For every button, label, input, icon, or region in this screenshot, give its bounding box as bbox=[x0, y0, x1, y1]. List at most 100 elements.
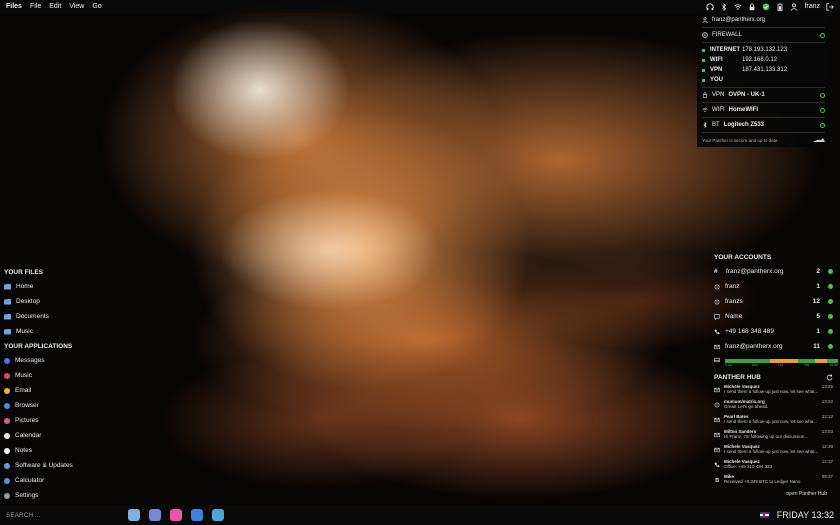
unread-count: 1 bbox=[816, 328, 820, 335]
app-item[interactable]: Software & Updates bbox=[0, 458, 130, 473]
message-time: 13:12 bbox=[821, 414, 833, 419]
file-item-desktop[interactable]: Desktop bbox=[0, 294, 130, 309]
bluetooth-icon[interactable] bbox=[720, 2, 728, 11]
app-item[interactable]: Pictures bbox=[0, 413, 130, 428]
hub-message[interactable]: Milton Sanders 13:03 Hi Franz, I'm followi… bbox=[710, 429, 837, 444]
logout-icon[interactable] bbox=[826, 2, 834, 11]
lock-icon bbox=[702, 92, 708, 98]
divider bbox=[702, 117, 825, 118]
account-item[interactable]: Name 5 bbox=[710, 309, 837, 324]
svg-text:B: B bbox=[715, 478, 719, 483]
menu-edit[interactable]: Edit bbox=[49, 3, 61, 10]
hub-message[interactable]: Michele Vasquez 12:37 Office: +49 310 484 … bbox=[710, 459, 837, 474]
hub-header: PANTHER HUB bbox=[710, 370, 837, 384]
shield-check-icon[interactable] bbox=[762, 2, 770, 11]
file-item-label: Music bbox=[16, 328, 33, 335]
vpn-row[interactable]: VPN OVPN - UK-1 bbox=[702, 90, 825, 100]
folder-icon bbox=[4, 283, 11, 290]
folder-icon bbox=[4, 328, 11, 335]
storage-segment bbox=[770, 359, 799, 363]
uk-flag-icon[interactable] bbox=[759, 512, 769, 518]
vpn-value: OVPN - UK-1 bbox=[728, 92, 765, 98]
app-item[interactable]: Music bbox=[0, 368, 130, 383]
message-preview: Great! Let's go ahead. bbox=[724, 404, 769, 409]
account-item[interactable]: +49 168 348 489 1 bbox=[710, 324, 837, 339]
account-item[interactable]: # franz@pantherx.org 2 bbox=[710, 264, 837, 279]
menu-go[interactable]: Go bbox=[92, 3, 101, 10]
app-item[interactable]: Settings bbox=[0, 488, 130, 503]
app-item[interactable]: Calendar bbox=[0, 428, 130, 443]
music-icon[interactable] bbox=[170, 509, 182, 521]
network-value: 192.168.0.12 bbox=[742, 57, 778, 63]
network-key: YOU bbox=[702, 77, 742, 83]
account-row[interactable]: franz@pantherx.org bbox=[702, 15, 825, 25]
menu-view[interactable]: View bbox=[69, 3, 84, 10]
account-item[interactable]: franz 1 bbox=[710, 279, 837, 294]
hub-message[interactable]: mumum/matrix.org 13:22 Great! Let's go ahe… bbox=[710, 399, 837, 414]
firewall-row[interactable]: FIREWALL bbox=[702, 30, 825, 40]
network-row: YOU bbox=[702, 75, 825, 85]
search-input[interactable]: SEARCH ... bbox=[0, 505, 120, 525]
file-item-home[interactable]: Home bbox=[0, 279, 130, 294]
notes-icon bbox=[4, 447, 10, 454]
wifi-icon bbox=[702, 107, 708, 113]
battery-icon[interactable] bbox=[776, 2, 784, 11]
app-item-label: Settings bbox=[15, 492, 39, 499]
account-label: +49 168 348 489 bbox=[725, 328, 774, 335]
app-item[interactable]: Email bbox=[0, 383, 130, 398]
settings-icon[interactable] bbox=[212, 509, 224, 521]
software-icon[interactable] bbox=[191, 509, 203, 521]
user-icon bbox=[702, 17, 708, 23]
hub-message[interactable]: Michele Vasquez 13:25 I send them a follow… bbox=[710, 384, 837, 399]
headphones-icon[interactable] bbox=[706, 2, 715, 11]
menu-file[interactable]: File bbox=[30, 3, 41, 10]
file-item-music[interactable]: Music bbox=[0, 324, 130, 339]
message-preview: I send them a follow-up just now, let se… bbox=[724, 389, 819, 394]
account-label: Name bbox=[725, 313, 743, 320]
divider bbox=[702, 27, 825, 28]
wifi-row[interactable]: WIFI HomeWIFI bbox=[702, 105, 825, 115]
wifi-icon[interactable] bbox=[734, 3, 742, 11]
hub-title: PANTHER HUB bbox=[714, 373, 761, 381]
matrix-icon bbox=[714, 299, 720, 305]
hub-message[interactable]: Michele Vasquez 12:38 I send them a follow… bbox=[710, 444, 837, 459]
app-item[interactable]: Notes bbox=[0, 443, 130, 458]
clock[interactable]: FRIDAY 13:32 bbox=[777, 510, 834, 520]
message-body: Milton Sanders 13:03 Hi Franz, I'm followi… bbox=[724, 429, 833, 444]
status-dot bbox=[828, 329, 833, 334]
network-value: 178.193.132.123 bbox=[742, 47, 788, 53]
tick-label: 14.59 bbox=[829, 363, 838, 367]
open-hub-link[interactable]: open Panther Hub bbox=[710, 491, 837, 497]
status-ok-icon bbox=[820, 32, 825, 38]
username[interactable]: franz bbox=[804, 3, 820, 10]
tick-label: +44 bbox=[777, 363, 784, 367]
wifi-label: WIFI bbox=[712, 107, 725, 113]
unread-count: 2 bbox=[816, 268, 820, 275]
app-item[interactable]: Browser bbox=[0, 398, 130, 413]
refresh-icon[interactable] bbox=[826, 373, 833, 381]
hub-message[interactable]: B Mike 09:37 Received +0.349 BTC to Ledger … bbox=[710, 474, 837, 489]
hub-message[interactable]: Pearl Bates 13:12 I send them a follow-up … bbox=[710, 414, 837, 429]
lock-icon[interactable] bbox=[748, 3, 756, 11]
app-item[interactable]: Messages bbox=[0, 353, 130, 368]
settings-icon bbox=[4, 492, 10, 499]
file-item-label: Documents bbox=[16, 313, 49, 320]
mail-icon bbox=[714, 344, 720, 350]
storage-ticks: 0.12 u24 +44 +56 14.59 bbox=[725, 363, 838, 367]
account-item[interactable]: franz@pantherx.org 11 bbox=[710, 339, 837, 354]
status-dot bbox=[828, 314, 833, 319]
account-item[interactable]: franzs 12 bbox=[710, 294, 837, 309]
user-icon[interactable] bbox=[790, 2, 798, 11]
files-icon[interactable] bbox=[128, 509, 140, 521]
file-item-documents[interactable]: Documents bbox=[0, 309, 130, 324]
security-panel: franz@pantherx.org FIREWALL INTERNET 178… bbox=[697, 13, 830, 147]
app-item-label: Messages bbox=[15, 357, 45, 364]
app-item[interactable]: Calculator bbox=[0, 473, 130, 488]
message-preview: I send them a follow-up just now, let se… bbox=[724, 449, 819, 454]
firewall-icon bbox=[702, 32, 708, 38]
message-body: Michele Vasquez 12:37 Office: +49 310 484 … bbox=[724, 459, 833, 474]
bluetooth-row[interactable]: BT Logitech Z533 bbox=[702, 120, 825, 130]
mail-icon bbox=[714, 447, 720, 459]
app-name[interactable]: Files bbox=[6, 3, 22, 10]
browser-icon[interactable] bbox=[149, 509, 161, 521]
